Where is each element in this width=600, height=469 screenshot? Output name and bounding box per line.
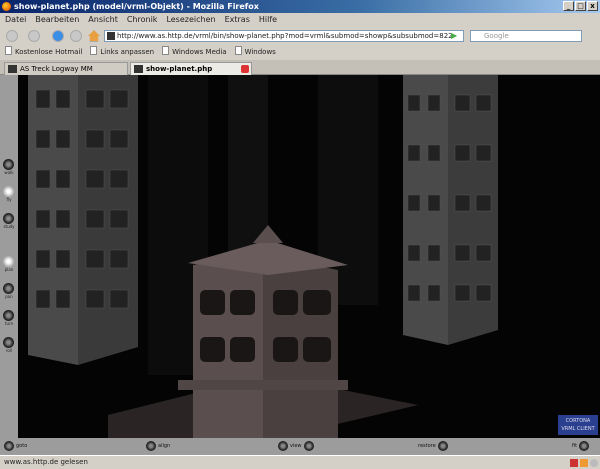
walk-button[interactable]: walk: [3, 159, 15, 175]
maximize-button[interactable]: □: [575, 1, 586, 11]
walk-icon: [3, 159, 14, 170]
navigation-toolbar: http://www.as.http.de/vrml/bin/show-plan…: [0, 27, 600, 45]
plan-button[interactable]: plan: [3, 256, 15, 272]
bookmark-item[interactable]: Kostenlose Hotmail: [5, 46, 82, 58]
align-icon: [146, 441, 156, 451]
home-icon[interactable]: [88, 30, 100, 42]
tab-as-treck[interactable]: AS Treck Logway MM: [4, 62, 128, 75]
status-text: www.as.http.de gelesen: [4, 458, 88, 466]
window-title: show-planet.php (model/vrml-Objekt) - Mo…: [14, 2, 259, 11]
menu-bar: Datei Bearbeiten Ansicht Chronik Lesezei…: [0, 13, 600, 26]
tab-show-planet[interactable]: show-planet.php (model/...: [130, 62, 252, 85]
tab-bar: AS Treck Logway MM show-planet.php (mode…: [0, 60, 600, 85]
search-input[interactable]: Google: [470, 30, 582, 42]
vrml-viewer[interactable]: walk fly study plan pan turn roll CORTON…: [0, 75, 600, 455]
restore-button[interactable]: restore: [418, 441, 448, 451]
close-button[interactable]: x: [587, 1, 598, 11]
back-icon[interactable]: [6, 30, 18, 42]
fly-icon: [3, 186, 14, 197]
restore-icon: [437, 441, 448, 451]
url-input[interactable]: http://www.as.http.de/vrml/bin/show-plan…: [104, 30, 464, 42]
bookmark-item[interactable]: Windows Media: [162, 46, 227, 58]
firefox-icon: [2, 2, 11, 11]
3d-scene[interactable]: [18, 75, 600, 438]
study-button[interactable]: study: [3, 213, 15, 229]
addon-icon[interactable]: [570, 459, 578, 467]
goto-button[interactable]: goto: [4, 441, 27, 451]
pan-icon: [3, 283, 14, 294]
next-view-icon[interactable]: [303, 441, 314, 451]
viewer-control-bar: goto align view restore fit: [0, 438, 600, 455]
menu-extras[interactable]: Extras: [225, 13, 250, 26]
fly-button[interactable]: fly: [3, 186, 15, 202]
site-icon: [8, 65, 17, 73]
menu-hilfe[interactable]: Hilfe: [259, 13, 277, 26]
roll-button[interactable]: roll: [3, 337, 15, 353]
go-button[interactable]: ▶: [451, 31, 461, 41]
roll-icon: [3, 337, 14, 348]
study-icon: [3, 213, 14, 224]
align-button[interactable]: align: [146, 441, 170, 451]
status-bar: www.as.http.de gelesen: [0, 455, 600, 469]
close-tab-icon[interactable]: [241, 65, 249, 73]
view-control[interactable]: view: [278, 441, 314, 451]
plan-icon: [3, 256, 14, 267]
goto-icon: [4, 441, 14, 451]
left-tower: [28, 75, 138, 365]
menu-bearbeiten[interactable]: Bearbeiten: [35, 13, 79, 26]
menu-ansicht[interactable]: Ansicht: [88, 13, 118, 26]
navigation-mode-panel: walk fly study plan pan turn roll: [0, 75, 18, 438]
previous-view-icon[interactable]: [278, 441, 288, 451]
reload-icon[interactable]: [52, 30, 64, 42]
bookmark-item[interactable]: Links anpassen: [90, 46, 154, 58]
fit-icon: [579, 441, 590, 451]
security-icon: [590, 459, 598, 467]
menu-lesezeichen[interactable]: Lesezeichen: [166, 13, 215, 26]
turn-icon: [3, 310, 14, 321]
fit-button[interactable]: fit: [572, 441, 590, 451]
turn-button[interactable]: turn: [3, 310, 15, 326]
bookmark-item[interactable]: Windows: [235, 46, 276, 58]
forward-icon[interactable]: [28, 30, 40, 42]
site-icon: [134, 65, 143, 73]
pan-button[interactable]: pan: [3, 283, 15, 299]
right-tower: [403, 75, 498, 345]
minimize-button[interactable]: _: [563, 1, 574, 11]
stop-icon[interactable]: [70, 30, 82, 42]
bookmarks-toolbar: Kostenlose Hotmail Links anpassen Window…: [0, 46, 600, 58]
menu-chronik[interactable]: Chronik: [127, 13, 158, 26]
menu-datei[interactable]: Datei: [5, 13, 26, 26]
rss-icon[interactable]: [580, 459, 588, 467]
cortona-logo: CORTONA VRML CLIENT: [558, 415, 598, 435]
site-icon: [107, 32, 115, 40]
title-bar: show-planet.php (model/vrml-Objekt) - Mo…: [0, 0, 600, 13]
